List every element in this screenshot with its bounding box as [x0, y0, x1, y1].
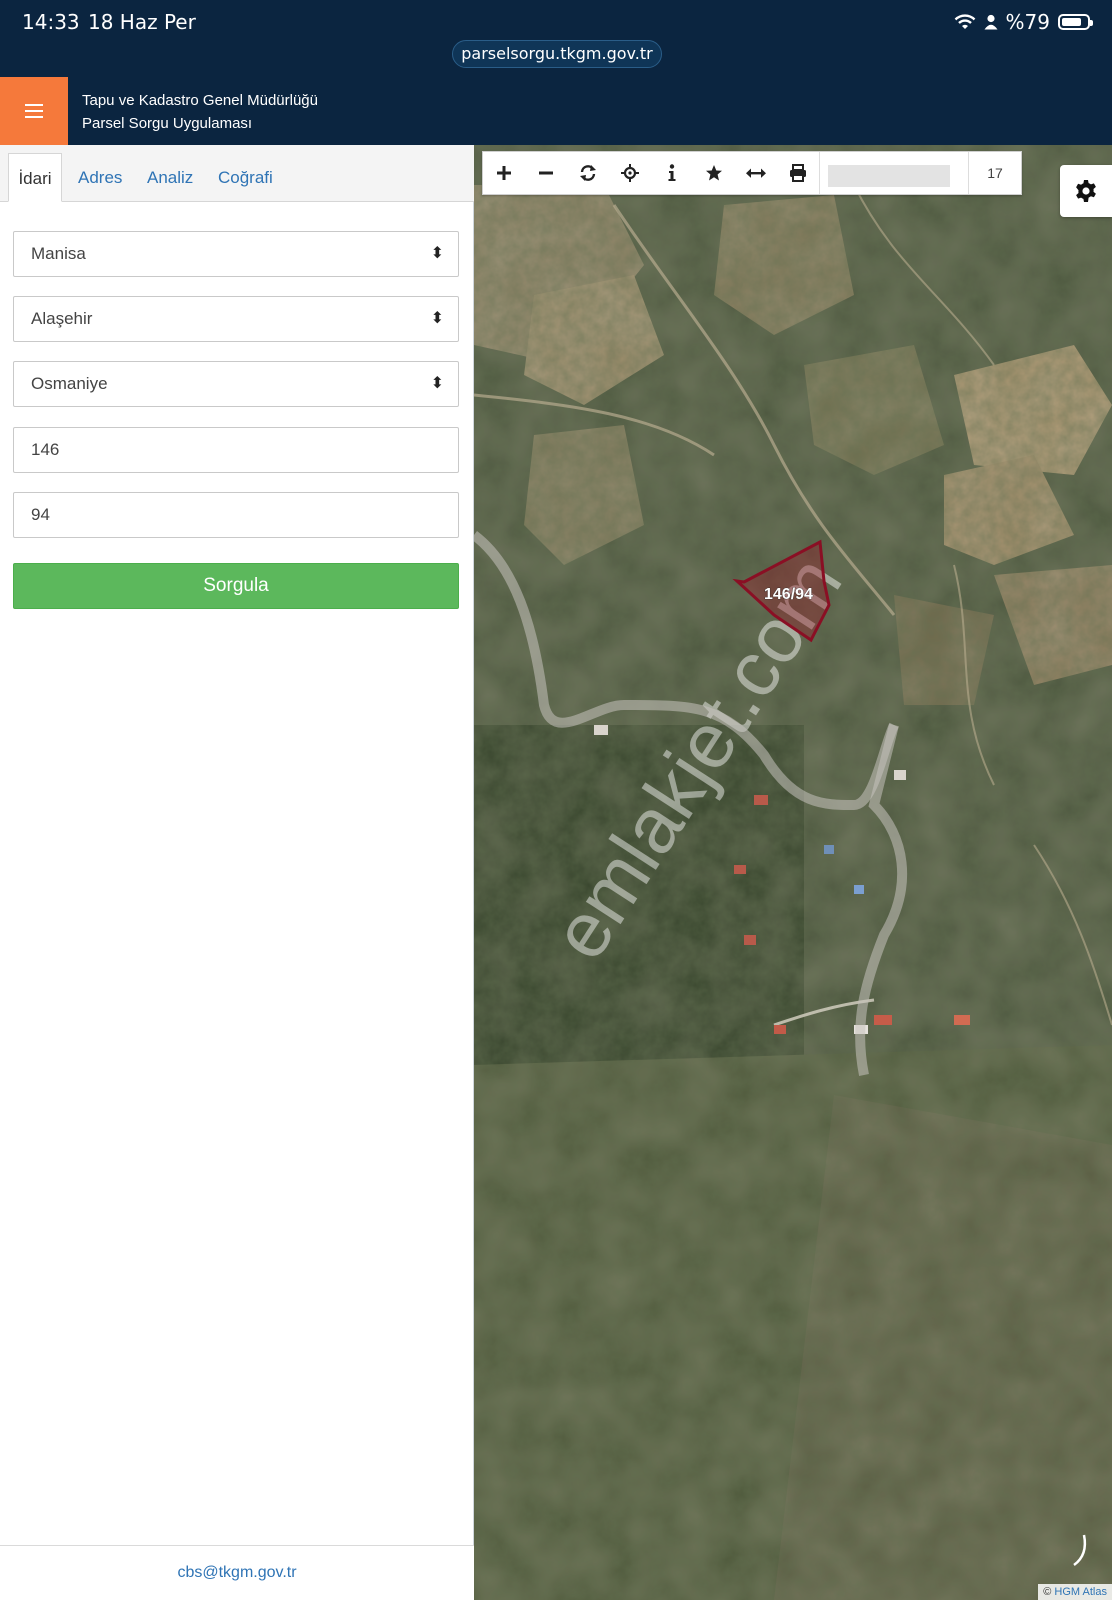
- print-icon: [790, 164, 806, 182]
- hamburger-icon: [25, 110, 43, 112]
- refresh-icon: [580, 165, 596, 181]
- status-bar: 14:33 18 Haz Per %79 parselsorgu.tkgm.go…: [0, 0, 1112, 77]
- map-view[interactable]: emlakjet.com 146/94 17 © HGM Atlas: [474, 145, 1112, 1600]
- favorite-button[interactable]: [693, 152, 735, 194]
- province-value: Manisa: [31, 244, 86, 263]
- gear-icon: [1076, 180, 1096, 202]
- search-placeholder: [828, 165, 950, 187]
- app-title-line2: Parsel Sorgu Uygulaması: [82, 115, 253, 132]
- url-bar[interactable]: parselsorgu.tkgm.gov.tr: [452, 40, 662, 68]
- parsel-value: 94: [31, 505, 50, 524]
- zoom-level: 17: [968, 152, 1021, 194]
- settings-button[interactable]: [1060, 165, 1112, 217]
- menu-button[interactable]: [0, 77, 68, 145]
- query-button[interactable]: Sorgula: [13, 563, 459, 609]
- district-value: Alaşehir: [31, 309, 93, 328]
- attribution-prefix: ©: [1043, 1586, 1052, 1598]
- tab-adres[interactable]: Adres: [78, 153, 122, 202]
- zoom-in-button[interactable]: [483, 152, 525, 194]
- attribution-link[interactable]: HGM Atlas: [1054, 1586, 1107, 1598]
- info-button[interactable]: [651, 152, 693, 194]
- district-select[interactable]: Alaşehir ⬍: [13, 296, 459, 342]
- refresh-button[interactable]: [567, 152, 609, 194]
- app-header: Tapu ve Kadastro Genel Müdürlüğü Parsel …: [0, 77, 1112, 145]
- wifi-icon: [954, 14, 975, 29]
- status-indicators: %79: [954, 10, 1093, 34]
- neighborhood-select[interactable]: Osmaniye ⬍: [13, 361, 459, 407]
- province-select[interactable]: Manisa ⬍: [13, 231, 459, 277]
- select-arrows-icon: ⬍: [430, 245, 444, 262]
- neighborhood-value: Osmaniye: [31, 374, 108, 393]
- locate-icon: [621, 164, 639, 182]
- map-attribution: © HGM Atlas: [1038, 1584, 1112, 1600]
- zoom-out-button[interactable]: [525, 152, 567, 194]
- print-button[interactable]: [777, 152, 819, 194]
- select-arrows-icon: ⬍: [430, 375, 444, 392]
- tab-cografi[interactable]: Coğrafi: [218, 153, 273, 202]
- select-arrows-icon: ⬍: [430, 310, 444, 327]
- tab-bar: İdari Adres Analiz Coğrafi: [0, 145, 474, 202]
- ada-value: 146: [31, 440, 60, 459]
- app-title: Tapu ve Kadastro Genel Müdürlüğü Parsel …: [82, 89, 318, 135]
- favorite-icon: [706, 165, 722, 181]
- info-icon: [668, 164, 676, 181]
- satellite-imagery: emlakjet.com 146/94: [474, 145, 1112, 1600]
- status-time: 14:33: [22, 10, 80, 34]
- app-title-line1: Tapu ve Kadastro Genel Müdürlüğü: [82, 92, 318, 109]
- locate-button[interactable]: [609, 152, 651, 194]
- tab-analiz[interactable]: Analiz: [147, 153, 193, 202]
- battery-icon: [1058, 14, 1093, 30]
- person-icon: [984, 14, 998, 30]
- query-panel: İdari Adres Analiz Coğrafi Manisa ⬍ Alaş…: [0, 145, 474, 1600]
- map-search-input[interactable]: [819, 152, 968, 194]
- parcel-label: 146/94: [764, 586, 813, 603]
- ada-input[interactable]: 146: [13, 427, 459, 473]
- status-date: 18 Haz Per: [88, 10, 196, 34]
- contact-email-link[interactable]: cbs@tkgm.gov.tr: [0, 1545, 474, 1600]
- zoom-in-icon: [497, 166, 511, 180]
- parsel-input[interactable]: 94: [13, 492, 459, 538]
- battery-percent: %79: [1005, 10, 1050, 34]
- map-toolbar: 17: [482, 151, 1022, 195]
- zoom-out-icon: [539, 171, 553, 175]
- measure-icon: [746, 168, 766, 178]
- measure-button[interactable]: [735, 152, 777, 194]
- tab-idari[interactable]: İdari: [8, 153, 62, 202]
